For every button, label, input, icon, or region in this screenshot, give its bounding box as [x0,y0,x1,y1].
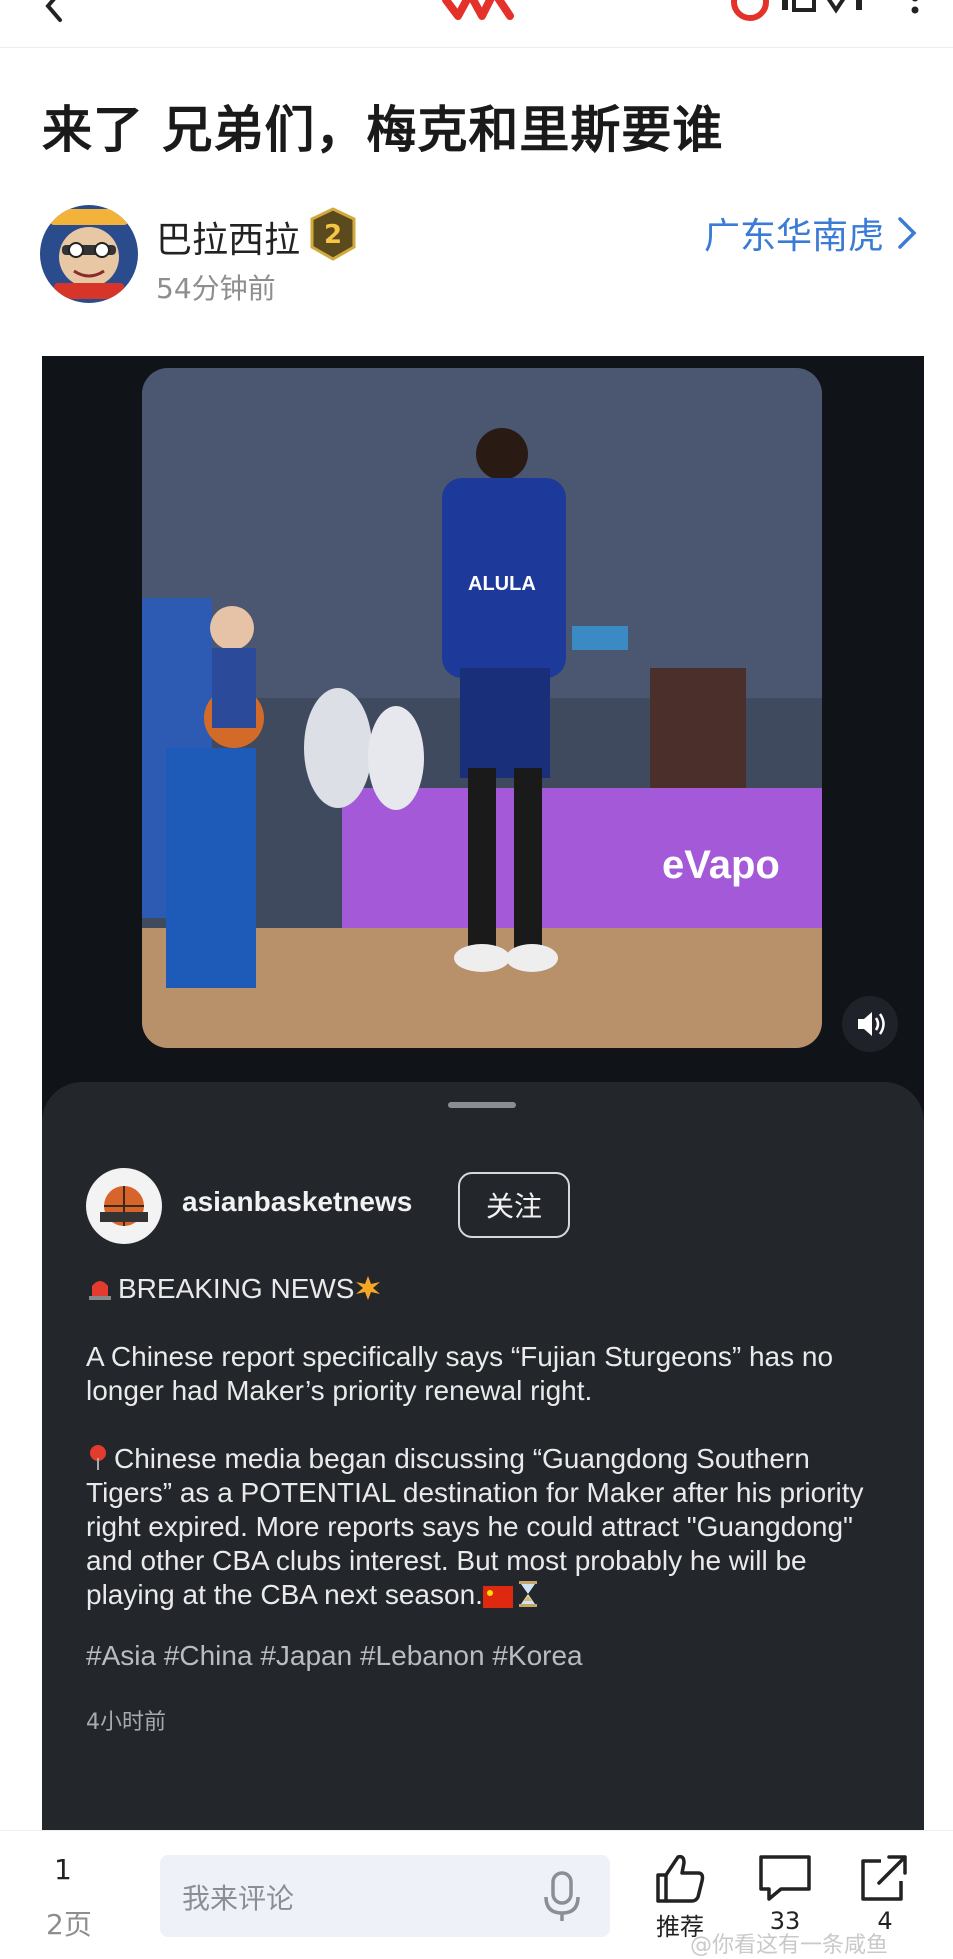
sound-icon[interactable] [842,996,898,1052]
level-badge-number: 2 [324,220,342,250]
follow-button[interactable]: 关注 [458,1172,570,1238]
account-avatar[interactable] [86,1168,162,1244]
comment-input[interactable]: 我来评论 [160,1855,610,1937]
post-paragraph-1: A Chinese report specifically says “Fuji… [86,1341,834,1406]
post-sheet: asianbasketnews 关注 BREAKING NEWS A Chine… [42,1082,924,1836]
top-nav [0,0,953,48]
author-name[interactable]: 巴拉西拉 [156,211,300,263]
post-paragraph-2: Chinese media began discussing “Guangdon… [86,1443,864,1610]
channel-name: 广东华南虎 [703,216,884,257]
author-row: 巴拉西拉 2 54分钟前 广东华南虎 [40,205,920,315]
chevron-right-icon [898,217,917,249]
app-logo-icon[interactable] [728,0,908,26]
article-page: 来了 兄弟们，梅克和里斯要谁 巴拉西拉 2 54分钟前 广东华南虎 eVapo … [0,0,953,1959]
post-body: BREAKING NEWS A Chinese report specifica… [86,1272,886,1646]
collision-icon [356,1276,381,1300]
watermark: @你看这有一条咸鱼 [690,1933,889,1958]
photo-jersey-text: ALULA [468,573,536,595]
post-heading: BREAKING NEWS [118,1273,355,1304]
page-total[interactable]: 2页 [46,1903,92,1943]
post-time-ago: 54分钟前 [156,272,276,305]
hourglass-icon [518,1581,537,1607]
thumbs-up-icon [656,1854,705,1903]
page-current[interactable]: 1 [54,1853,72,1886]
microphone-icon[interactable] [534,1867,590,1927]
post-hashtags[interactable]: #Asia #China #Japan #Lebanon #Korea [86,1640,583,1672]
page-title: 来了 兄弟们，梅克和里斯要谁 [42,101,724,159]
level-badge-icon: 2 [310,207,356,261]
embedded-post-time: 4小时前 [86,1710,166,1735]
photo-sponsor-text: eVapo [662,843,780,887]
drag-handle[interactable] [448,1102,516,1108]
avatar[interactable] [40,205,138,303]
account-username[interactable]: asianbasketnews [182,1186,412,1218]
brand-logo-icon [442,0,514,20]
china-flag-icon [482,1586,513,1608]
comment-placeholder: 我来评论 [182,1882,295,1915]
pin-icon [90,1445,106,1470]
channel-link[interactable]: 广东华南虎 [704,207,920,259]
more-icon[interactable] [900,0,930,22]
bottom-bar: 1 2页 我来评论 推荐 33 4 @你看这有一条咸鱼 [0,1830,953,1959]
embedded-screenshot[interactable]: eVapo ALULA asianbasketnews 关注 BREAKING … [42,356,924,1836]
comment-bubble-icon [759,1855,811,1901]
back-arrow-icon[interactable] [36,0,76,26]
share-icon [861,1855,907,1901]
siren-icon [89,1281,111,1300]
post-photo[interactable]: eVapo ALULA [142,368,822,1048]
